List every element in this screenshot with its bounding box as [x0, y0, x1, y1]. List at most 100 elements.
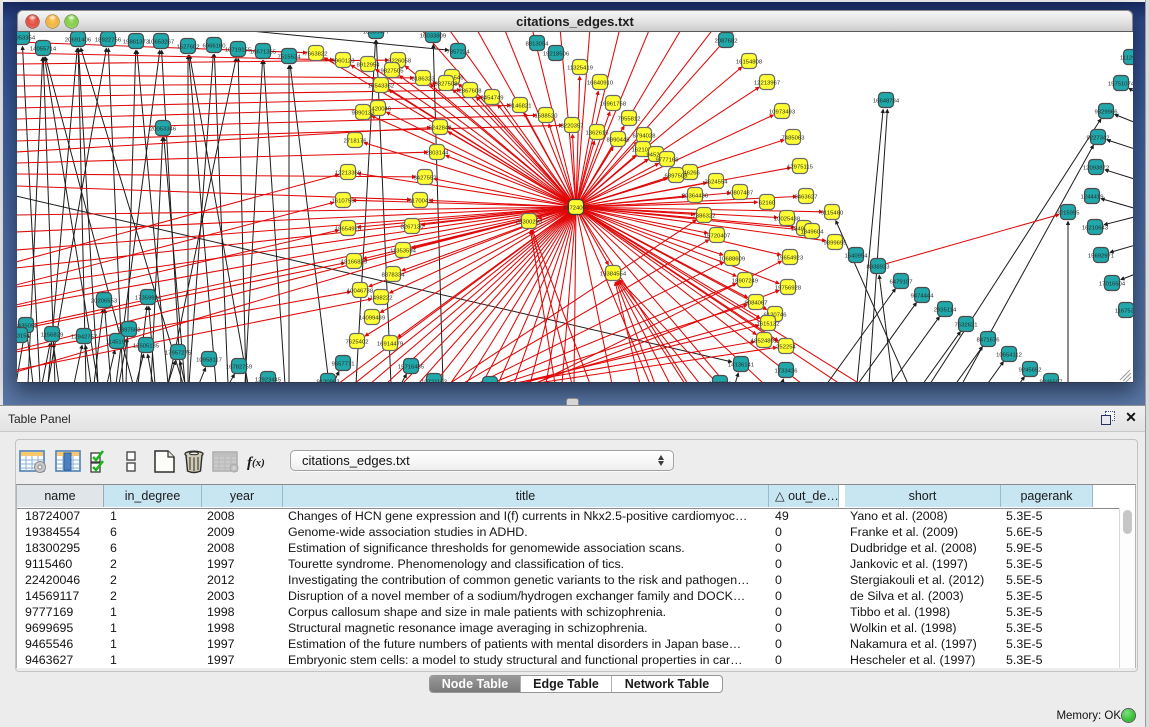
svg-text:16671355: 16671355 — [250, 49, 277, 55]
svg-text:16640910: 16640910 — [587, 80, 614, 86]
svg-text:1610755: 1610755 — [332, 198, 356, 204]
svg-text:18524861: 18524861 — [751, 338, 777, 344]
svg-text:16961758: 16961758 — [600, 101, 627, 107]
svg-text:9146821: 9146821 — [509, 103, 532, 109]
svg-text:1588520: 1588520 — [535, 113, 559, 119]
svg-text:1849604: 1849604 — [801, 229, 825, 235]
svg-text:6794028: 6794028 — [633, 133, 657, 139]
svg-text:16543362: 16543362 — [368, 83, 394, 89]
svg-text:7857224: 7857224 — [447, 49, 471, 55]
svg-text:2803144: 2803144 — [426, 150, 450, 156]
svg-text:19218506: 19218506 — [543, 51, 570, 57]
svg-text:7955812: 7955812 — [618, 116, 641, 122]
svg-text:10025438: 10025438 — [774, 216, 801, 222]
svg-text:12213967: 12213967 — [754, 80, 780, 86]
svg-text:16914479: 16914479 — [377, 341, 403, 347]
svg-text:10719155: 10719155 — [225, 47, 252, 53]
svg-text:8878334: 8878334 — [382, 272, 406, 278]
svg-text:9397568: 9397568 — [118, 327, 142, 333]
svg-text:8186323: 8186323 — [412, 76, 436, 82]
svg-text:17957275: 17957275 — [165, 350, 192, 356]
svg-text:3215955: 3215955 — [1057, 210, 1081, 216]
svg-text:9120963: 9120963 — [317, 379, 341, 382]
svg-text:10807487: 10807487 — [727, 190, 753, 196]
svg-text:19654923: 19654923 — [777, 255, 804, 261]
svg-text:8960123: 8960123 — [332, 58, 356, 64]
svg-text:19654975: 19654975 — [335, 226, 362, 232]
svg-text:9474444: 9474444 — [911, 293, 935, 299]
svg-text:6966160: 6966160 — [203, 43, 227, 49]
svg-text:16782759: 16782759 — [226, 364, 252, 370]
svg-text:1640954: 1640954 — [845, 253, 869, 259]
svg-text:2718176: 2718176 — [344, 138, 368, 144]
svg-text:7632621: 7632621 — [955, 322, 978, 328]
svg-text:7663822: 7663822 — [305, 51, 328, 57]
svg-text:14099489: 14099489 — [359, 315, 385, 321]
svg-text:9329966: 9329966 — [1095, 109, 1119, 115]
svg-text:1733426: 1733426 — [775, 368, 799, 374]
svg-text:9827505: 9827505 — [381, 68, 405, 74]
svg-text:8454749: 8454749 — [481, 95, 504, 101]
svg-text:9890133: 9890133 — [352, 110, 376, 116]
svg-text:11353594: 11353594 — [390, 248, 416, 254]
svg-text:62160: 62160 — [759, 200, 776, 206]
svg-text:9227342: 9227342 — [1087, 135, 1110, 141]
svg-text:23300293: 23300293 — [516, 219, 543, 225]
svg-text:12213369: 12213369 — [335, 170, 361, 176]
svg-text:10958117: 10958117 — [196, 357, 222, 363]
svg-text:17016504: 17016504 — [1099, 281, 1126, 287]
svg-text:10046738: 10046738 — [347, 288, 374, 294]
svg-text:15720407: 15720407 — [704, 233, 730, 239]
svg-text:16648784: 16648784 — [873, 98, 900, 104]
svg-text:16154808: 16154808 — [736, 59, 763, 65]
svg-text:14055714: 14055714 — [30, 46, 57, 52]
svg-text:9777169: 9777169 — [656, 157, 679, 163]
svg-text:1527602: 1527602 — [177, 44, 200, 50]
svg-text:10973493: 10973493 — [769, 109, 796, 115]
svg-text:15751074: 15751074 — [1108, 81, 1133, 87]
svg-text:3624554: 3624554 — [705, 179, 729, 185]
svg-text:9463627: 9463627 — [795, 194, 818, 200]
svg-text:20053346: 20053346 — [150, 126, 177, 132]
svg-text:8427552: 8427552 — [414, 175, 437, 181]
svg-text:(x): (x) — [252, 457, 265, 469]
svg-text:9245652: 9245652 — [1019, 367, 1042, 373]
svg-text:19861373: 19861373 — [123, 39, 150, 45]
svg-text:9246507: 9246507 — [1040, 379, 1063, 382]
svg-text:10688609: 10688609 — [719, 256, 745, 262]
svg-text:8267130: 8267130 — [401, 224, 425, 230]
svg-text:1167533: 1167533 — [1115, 308, 1133, 314]
svg-text:6897508: 6897508 — [665, 173, 689, 179]
svg-text:9482731: 9482731 — [709, 381, 732, 382]
svg-text:252254: 252254 — [776, 344, 796, 350]
svg-text:7515524: 7515524 — [278, 54, 302, 60]
svg-text:8938923: 8938923 — [867, 264, 891, 270]
svg-text:9327508: 9327508 — [435, 81, 459, 87]
svg-text:18922756: 18922756 — [95, 37, 122, 43]
svg-text:8990448: 8990448 — [607, 137, 631, 143]
svg-text:8912954: 8912954 — [357, 62, 381, 68]
svg-text:9115460: 9115460 — [821, 210, 844, 216]
svg-text:9242848: 9242848 — [429, 125, 453, 131]
svg-text:15692971: 15692971 — [1088, 253, 1114, 259]
svg-text:10653267: 10653267 — [148, 39, 174, 45]
svg-text:12505135: 12505135 — [133, 343, 160, 349]
svg-text:12093872: 12093872 — [1083, 165, 1109, 171]
svg-text:12975115: 12975115 — [787, 164, 813, 170]
svg-text:9899695: 9899695 — [824, 240, 848, 246]
svg-text:1362615: 1362615 — [586, 130, 610, 136]
svg-text:8471676: 8471676 — [977, 337, 1001, 343]
svg-text:7386322: 7386322 — [693, 213, 716, 219]
svg-text:12923445: 12923445 — [255, 377, 282, 382]
svg-text:20691406: 20691406 — [65, 37, 92, 43]
svg-text:7625402: 7625402 — [346, 339, 369, 345]
svg-text:14136141: 14136141 — [728, 362, 754, 368]
svg-text:18724007: 18724007 — [563, 205, 589, 211]
svg-text:10721103: 10721103 — [421, 379, 447, 382]
svg-text:10654112: 10654112 — [996, 352, 1022, 358]
svg-text:16210643: 16210643 — [1082, 225, 1109, 231]
svg-text:8813054: 8813054 — [526, 41, 550, 47]
svg-text:19166829: 19166829 — [341, 259, 367, 265]
svg-text:11325419: 11325419 — [567, 65, 593, 71]
svg-text:993154: 993154 — [17, 333, 31, 339]
